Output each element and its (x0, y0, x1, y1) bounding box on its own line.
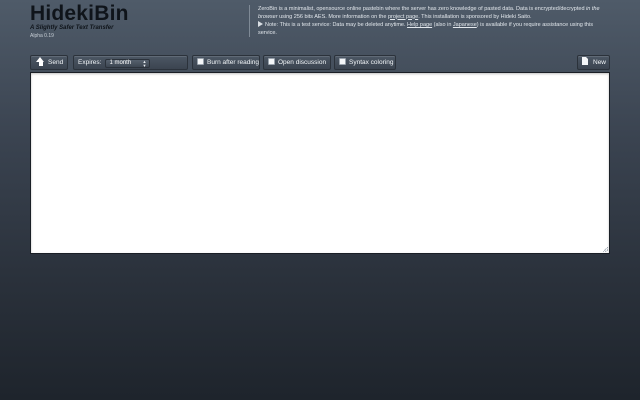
send-label: Send (48, 59, 64, 66)
about-text-part: using 256 bits AES. More information on … (277, 13, 388, 20)
open-discussion-option[interactable]: Open discussion (263, 55, 331, 70)
expiration-select[interactable]: 1 month ▲ ▼ (105, 59, 151, 68)
new-label: New (593, 59, 607, 66)
about-text-part: . This installation is sponsored by Hide… (418, 13, 532, 20)
new-paste-button[interactable]: New (577, 55, 610, 70)
expiration-control: Expires: 1 month ▲ ▼ (73, 55, 188, 70)
expires-label: Expires: (78, 59, 102, 66)
site-title[interactable]: HidekiBin (30, 3, 129, 25)
project-page-link[interactable]: project page (388, 14, 418, 20)
toolbar: Send Expires: 1 month ▲ ▼ Burn after readin… (30, 55, 610, 70)
syntax-coloring-checkbox[interactable] (339, 58, 346, 65)
document-icon (582, 57, 588, 65)
resize-handle[interactable] (603, 247, 608, 252)
about-text-part: ZeroBin is a minimalist, opensource onli… (258, 6, 587, 12)
play-arrow-icon (258, 21, 263, 27)
arrow-up-icon (36, 57, 45, 66)
expiration-value: 1 month (109, 60, 132, 66)
service-note: Note: This is a test service: Data may b… (258, 21, 610, 37)
japanese-help-link[interactable]: Japanese (453, 22, 477, 28)
open-discussion-checkbox[interactable] (268, 58, 275, 65)
note-text-part: Note: This is a test service: Data may b… (265, 22, 408, 28)
burn-after-reading-checkbox[interactable] (197, 58, 204, 65)
about-text: ZeroBin is a minimalist, opensource onli… (258, 6, 610, 37)
burn-label: Burn after reading (207, 59, 260, 66)
about-paragraph: ZeroBin is a minimalist, opensource onli… (258, 6, 610, 21)
note-text-part: (also in (432, 22, 453, 28)
select-arrows-icon: ▲ ▼ (142, 59, 147, 68)
paste-textarea[interactable] (30, 72, 610, 254)
send-button[interactable]: Send (30, 55, 68, 70)
site-tagline: A Slightly Safer Text Transfer (30, 25, 114, 31)
help-page-link[interactable]: Help page (407, 22, 432, 28)
version-label: Alpha 0.19 (30, 33, 54, 39)
syntax-coloring-option[interactable]: Syntax coloring (334, 55, 396, 70)
header-divider (249, 5, 250, 37)
syntax-label: Syntax coloring (349, 59, 394, 66)
discussion-label: Open discussion (278, 59, 327, 66)
burn-after-reading-option[interactable]: Burn after reading (192, 55, 260, 70)
brand: HidekiBin A Slightly Safer Text Transfer… (30, 3, 129, 40)
